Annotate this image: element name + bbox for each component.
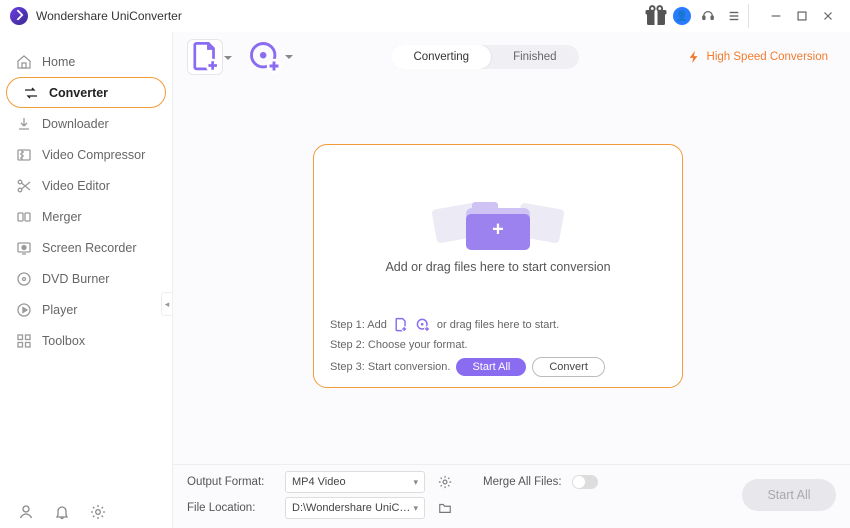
file-location-select[interactable]: D:\Wondershare UniConverter▾ — [285, 497, 425, 519]
high-speed-label: High Speed Conversion — [707, 51, 828, 63]
convert-button[interactable]: Convert — [532, 357, 605, 377]
sidebar-item-label: Video Compressor — [42, 148, 145, 162]
output-format-label: Output Format: — [187, 476, 275, 488]
window-maximize[interactable] — [790, 4, 814, 28]
sidebar: Home Converter Downloader Video Compress… — [0, 32, 173, 528]
dropzone[interactable]: + Add or drag files here to start conver… — [313, 144, 683, 388]
tab-converting[interactable]: Converting — [391, 45, 491, 69]
menu-icon[interactable] — [722, 4, 746, 28]
sidebar-item-home[interactable]: Home — [0, 46, 172, 77]
compress-icon — [16, 147, 32, 163]
folder-plus-icon: + — [466, 202, 530, 250]
add-dvd-button[interactable] — [247, 39, 283, 75]
support-icon[interactable] — [696, 4, 720, 28]
sidebar-item-player[interactable]: Player — [0, 294, 172, 325]
gift-icon[interactable] — [644, 4, 668, 28]
sidebar-item-recorder[interactable]: Screen Recorder — [0, 232, 172, 263]
titlebar: Wondershare UniConverter 👤 — [0, 0, 850, 32]
merge-icon — [16, 209, 32, 225]
add-file-button[interactable] — [187, 39, 223, 75]
sidebar-item-label: Toolbox — [42, 334, 85, 348]
merge-toggle[interactable] — [572, 475, 598, 489]
step2: Step 2: Choose your format. — [330, 339, 468, 351]
start-all-button[interactable]: Start All — [456, 358, 526, 376]
high-speed-conversion[interactable]: High Speed Conversion — [679, 46, 836, 68]
app-title: Wondershare UniConverter — [36, 9, 182, 23]
merge-label: Merge All Files: — [483, 476, 562, 488]
sidebar-item-label: Player — [42, 303, 77, 317]
main-panel: Converting Finished High Speed Conversio… — [173, 32, 850, 528]
start-all-main-button[interactable]: Start All — [742, 479, 836, 511]
sidebar-item-label: Screen Recorder — [42, 241, 137, 255]
tab-segment: Converting Finished — [391, 45, 578, 69]
account-avatar[interactable]: 👤 — [670, 4, 694, 28]
dropzone-illustration: + Add or drag files here to start conver… — [330, 159, 666, 317]
sidebar-item-editor[interactable]: Video Editor — [0, 170, 172, 201]
sidebar-item-label: Merger — [42, 210, 82, 224]
record-icon — [16, 240, 32, 256]
sidebar-item-label: Video Editor — [42, 179, 110, 193]
output-format-select[interactable]: MP4 Video▾ — [285, 471, 425, 493]
sidebar-collapse[interactable]: ◂ — [161, 292, 173, 316]
grid-icon — [16, 333, 32, 349]
content-area: + Add or drag files here to start conver… — [173, 82, 850, 464]
play-icon — [16, 302, 32, 318]
sidebar-item-label: DVD Burner — [42, 272, 109, 286]
output-format-value: MP4 Video — [292, 476, 346, 488]
sidebar-item-label: Converter — [49, 86, 108, 100]
bell-icon[interactable] — [54, 504, 70, 520]
home-icon — [16, 54, 32, 70]
tab-finished[interactable]: Finished — [491, 45, 578, 69]
window-close[interactable] — [816, 4, 840, 28]
open-folder-icon[interactable] — [435, 498, 455, 518]
sidebar-item-toolbox[interactable]: Toolbox — [0, 325, 172, 356]
settings-icon[interactable] — [435, 472, 455, 492]
add-file-icon — [393, 317, 409, 333]
download-icon — [16, 116, 32, 132]
step1-pre: Step 1: Add — [330, 319, 387, 331]
step1-post: or drag files here to start. — [437, 319, 559, 331]
bottom-bar: Output Format: MP4 Video▾ Merge All File… — [173, 464, 850, 528]
scissors-icon — [16, 178, 32, 194]
gear-icon[interactable] — [90, 504, 106, 520]
sidebar-item-merger[interactable]: Merger — [0, 201, 172, 232]
add-dvd-icon — [415, 317, 431, 333]
window-minimize[interactable] — [764, 4, 788, 28]
sidebar-item-dvd[interactable]: DVD Burner — [0, 263, 172, 294]
sidebar-item-label: Downloader — [42, 117, 109, 131]
converter-icon — [23, 85, 39, 101]
disc-icon — [16, 271, 32, 287]
sidebar-item-label: Home — [42, 55, 75, 69]
step3: Step 3: Start conversion. — [330, 361, 450, 373]
dropzone-steps: Step 1: Add or drag files here to start.… — [330, 317, 666, 377]
file-location-value: D:\Wondershare UniConverter — [292, 502, 413, 514]
toolbar: Converting Finished High Speed Conversio… — [173, 32, 850, 82]
sidebar-item-downloader[interactable]: Downloader — [0, 108, 172, 139]
app-logo — [10, 7, 28, 25]
user-icon[interactable] — [18, 504, 34, 520]
file-location-label: File Location: — [187, 502, 275, 514]
divider — [748, 4, 760, 28]
sidebar-item-converter[interactable]: Converter — [6, 77, 166, 108]
sidebar-item-compressor[interactable]: Video Compressor — [0, 139, 172, 170]
dropzone-title: Add or drag files here to start conversi… — [385, 260, 610, 274]
